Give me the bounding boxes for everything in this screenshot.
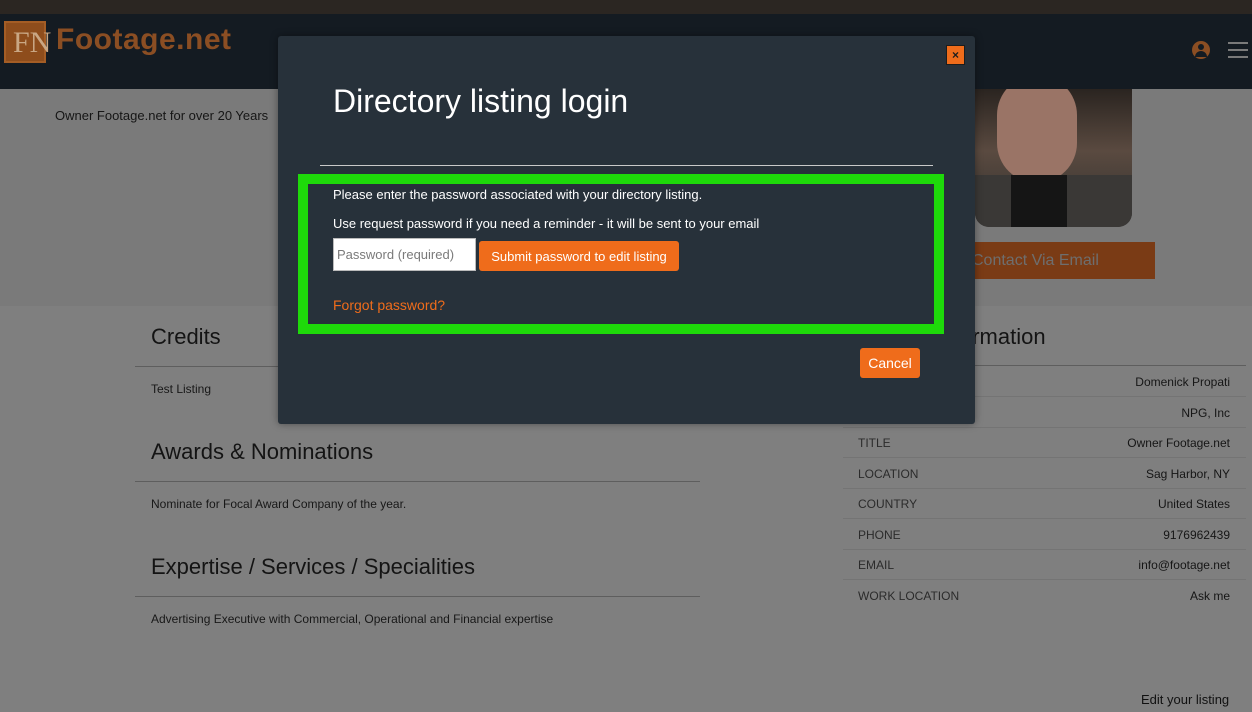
info-key: LOCATION [858,467,919,481]
close-button[interactable]: × [946,45,965,65]
reminder-text: Use request password if you need a remin… [333,216,760,231]
info-key: PHONE [858,528,901,542]
info-value: Owner Footage.net [1127,436,1230,450]
info-value[interactable]: info@footage.net [1138,558,1230,572]
login-modal: × Directory listing login Please enter t… [278,36,975,424]
info-row: COUNTRY United States [843,489,1246,519]
password-input[interactable] [333,238,476,271]
instructions-text: Please enter the password associated wit… [333,187,703,202]
info-row: EMAIL info@footage.net [843,550,1246,580]
info-value: NPG, Inc [1181,406,1230,420]
info-value: Ask me [1189,589,1230,603]
hamburger-menu-icon[interactable] [1228,42,1248,58]
info-key: WORK LOCATION [858,589,960,603]
info-key: EMAIL [858,558,895,572]
browser-top-strip [0,0,1252,14]
logo-text[interactable]: Footage.net [56,23,232,57]
info-row: TITLE Owner Footage.net [843,428,1246,458]
modal-title: Directory listing login [333,83,629,119]
awards-text: Nominate for Focal Award Company of the … [151,497,407,511]
submit-password-button[interactable]: Submit password to edit listing [479,241,679,271]
cancel-button[interactable]: Cancel [860,348,920,378]
info-key: COUNTRY [858,497,918,511]
awards-title: Awards & Nominations [151,439,374,464]
forgot-password-link[interactable]: Forgot password? [333,297,445,313]
credits-text: Test Listing [151,382,212,396]
info-value: Sag Harbor, NY [1145,467,1230,481]
info-row: PHONE 9176962439 [843,520,1246,550]
user-circle-icon[interactable] [1192,41,1210,59]
expertise-title: Expertise / Services / Specialities [151,554,476,579]
profile-tagline: Owner Footage.net for over 20 Years [55,108,269,123]
info-row: LOCATION Sag Harbor, NY [843,459,1246,489]
modal-divider [320,165,933,166]
info-row: WORK LOCATION Ask me [843,581,1246,611]
contact-via-email-button[interactable]: Contact Via Email [955,242,1155,279]
logo-letters: FN [13,26,52,59]
info-value: Domenick Propati [1135,375,1230,389]
profile-photo [975,89,1132,227]
logo-icon[interactable]: FN [4,21,51,63]
edit-listing-link[interactable]: Edit your listing [1141,692,1229,707]
expertise-divider [135,596,700,597]
credits-title: Credits [151,324,221,349]
awards-divider [135,481,700,482]
info-value: 9176962439 [1163,528,1230,542]
expertise-text: Advertising Executive with Commercial, O… [151,612,554,626]
info-key: TITLE [858,436,891,450]
info-value: United States [1157,497,1230,511]
